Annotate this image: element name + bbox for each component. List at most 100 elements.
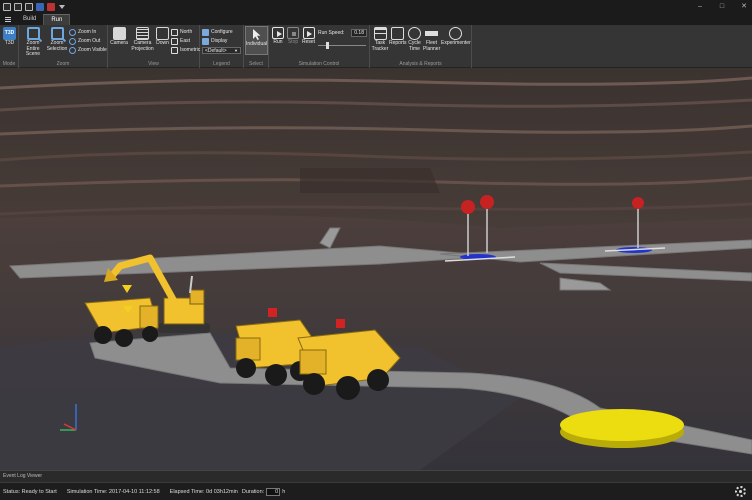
zoom-entire-scene-label: Zoom Entire Scene xyxy=(25,40,41,57)
display-icon xyxy=(202,37,209,45)
camera-projection-button[interactable]: Camera Projection xyxy=(130,27,155,52)
zoom-visible-button[interactable]: Zoom Visible xyxy=(69,46,107,54)
isometric-view-label: Isometric xyxy=(180,47,201,53)
t3d-button[interactable]: T3D T3D xyxy=(2,27,17,47)
north-view-label: North xyxy=(180,29,193,35)
duration-label: Duration: xyxy=(241,488,265,495)
configure-icon xyxy=(202,28,209,36)
event-log-viewer[interactable]: Event Log Viewer xyxy=(0,470,752,482)
legend-dropdown[interactable]: <Default> ▼ xyxy=(202,47,241,54)
stop-icon xyxy=(287,27,299,39)
reports-button[interactable]: Reports xyxy=(389,27,407,47)
cursor-arrow-icon xyxy=(250,28,263,41)
maximize-icon[interactable]: □ xyxy=(718,2,726,11)
isometric-view-button[interactable]: Isometric xyxy=(171,46,200,54)
reports-icon xyxy=(391,27,404,40)
zoom-group-label: Zoom xyxy=(56,61,70,67)
zoom-entire-scene-button[interactable]: Zoom Entire Scene xyxy=(21,27,45,58)
save-icon[interactable] xyxy=(36,3,44,11)
view-group: Camera Camera Projection Down North East… xyxy=(108,25,200,68)
dump-pad[interactable] xyxy=(560,409,684,441)
file-menu-icon[interactable] xyxy=(2,14,16,25)
reset-button[interactable]: Reset xyxy=(301,27,316,46)
display-legend-button[interactable]: Display xyxy=(202,37,227,45)
zoom-out-button[interactable]: Zoom Out xyxy=(69,37,100,45)
close-icon[interactable]: ✕ xyxy=(740,2,748,11)
zoom-selection-button[interactable]: Zoom Selection xyxy=(46,27,68,52)
bench-shadow xyxy=(300,168,440,193)
analysis-reports-group-label: Analysis & Reports xyxy=(399,61,442,67)
task-tracker-button[interactable]: Task Tracker xyxy=(371,27,389,52)
tab-build[interactable]: Build xyxy=(16,14,43,25)
isometric-view-icon xyxy=(171,46,178,54)
down-view-button[interactable]: Down xyxy=(155,27,170,47)
title-bar: – □ ✕ xyxy=(0,0,752,14)
simulation-control-group-label: Simulation Control xyxy=(298,61,340,67)
experimenter-button[interactable]: Experimenter xyxy=(441,27,471,47)
analysis-reports-group: Task Tracker Reports Cycle Time Fleet Pl… xyxy=(370,25,472,68)
new-file-icon[interactable] xyxy=(14,3,22,11)
truck-icon xyxy=(425,27,438,40)
fleet-planner-button[interactable]: Fleet Planner xyxy=(423,27,440,52)
configure-legend-button[interactable]: Configure xyxy=(202,28,233,36)
app-icon[interactable] xyxy=(3,3,11,11)
north-view-button[interactable]: North xyxy=(171,28,192,36)
zoom-in-icon xyxy=(69,28,76,36)
select-group-label: Select xyxy=(249,61,263,67)
camera-button[interactable]: Camera xyxy=(109,27,129,47)
t3d-label: T3D xyxy=(4,40,15,46)
status-bar: Status: Ready to Start Simulation Time: … xyxy=(0,482,752,500)
east-view-icon xyxy=(171,37,178,45)
run-label: Run xyxy=(273,39,283,45)
experimenter-label: Experimenter xyxy=(441,40,471,46)
zoom-group: Zoom Entire Scene Zoom Selection Zoom In… xyxy=(19,25,108,68)
camera-icon xyxy=(112,27,126,40)
cycle-time-label: Cycle Time xyxy=(408,40,421,52)
duration-input[interactable]: 0 xyxy=(266,487,281,496)
camera-projection-icon xyxy=(136,27,149,40)
3d-viewport[interactable] xyxy=(0,68,752,470)
fleet-planner-label: Fleet Planner xyxy=(423,40,441,52)
legend-dropdown-value: <Default> xyxy=(205,47,227,54)
zoom-in-button[interactable]: Zoom In xyxy=(69,28,96,36)
haul-truck-1[interactable] xyxy=(84,297,159,347)
workspace-icon[interactable] xyxy=(47,3,55,11)
east-view-button[interactable]: East xyxy=(171,37,190,45)
individual-select-label: Individual xyxy=(246,41,268,47)
stop-button[interactable]: Stop xyxy=(286,27,300,46)
camera-label: Camera xyxy=(110,40,128,46)
zoom-visible-icon xyxy=(69,46,76,54)
customize-caret-icon[interactable] xyxy=(59,5,65,9)
experimenter-icon xyxy=(448,27,462,40)
simulation-control-group: Run Stop Reset Run Speed: 0.18 Simulatio… xyxy=(269,25,370,68)
zoom-visible-label: Zoom Visible xyxy=(78,47,107,53)
run-button[interactable]: Run xyxy=(271,27,285,46)
display-label: Display xyxy=(211,38,228,44)
individual-select-button[interactable]: Individual xyxy=(245,26,268,55)
mode-group: T3D T3D Mode xyxy=(0,25,19,68)
east-view-label: East xyxy=(180,38,191,44)
zoom-selection-icon xyxy=(50,27,64,40)
gear-icon[interactable] xyxy=(735,486,746,497)
run-speed-label: Run Speed: xyxy=(318,30,345,36)
task-tracker-label: Task Tracker xyxy=(371,40,389,52)
down-view-label: Down xyxy=(156,40,169,46)
chevron-down-icon: ▼ xyxy=(234,47,238,53)
zoom-out-label: Zoom Out xyxy=(78,38,101,44)
run-speed-slider-thumb[interactable] xyxy=(325,42,329,49)
north-view-icon xyxy=(171,28,178,36)
zoom-entire-scene-icon xyxy=(26,27,40,40)
mine-scene[interactable] xyxy=(0,68,752,470)
camera-projection-label: Camera Projection xyxy=(131,40,154,52)
open-folder-icon[interactable] xyxy=(25,3,33,11)
mode-group-label: Mode xyxy=(2,61,16,67)
run-speed-input[interactable]: 0.18 xyxy=(351,29,367,37)
tab-run[interactable]: Run xyxy=(43,14,71,25)
minimize-icon[interactable]: – xyxy=(696,2,704,11)
reset-label: Reset xyxy=(301,39,316,45)
cycle-time-button[interactable]: Cycle Time xyxy=(407,27,422,52)
status-text: Status: Ready to Start xyxy=(3,488,57,495)
truck-2-marker xyxy=(268,308,277,317)
stop-label: Stop xyxy=(287,39,299,45)
down-view-icon xyxy=(156,27,169,40)
